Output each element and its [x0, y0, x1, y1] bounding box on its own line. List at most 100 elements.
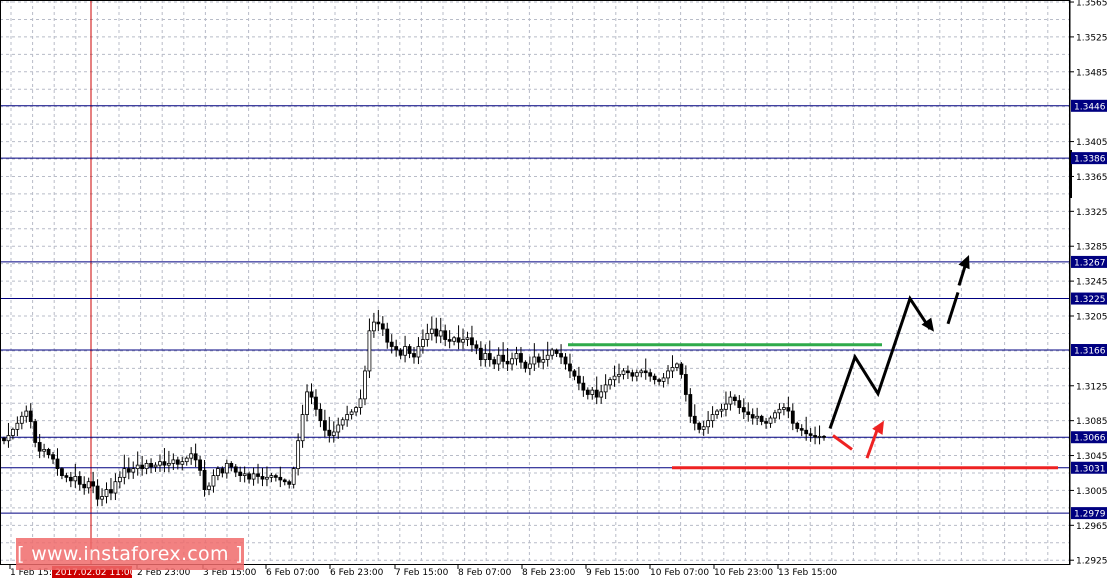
candle-body — [322, 420, 327, 431]
candle-body — [95, 485, 100, 500]
x-tick-label: 8 Feb 23:00 — [522, 568, 576, 578]
candle-body — [456, 337, 461, 343]
candle-body — [340, 419, 345, 426]
x-tick-label: 10 Feb 07:00 — [650, 568, 709, 578]
candle-body — [545, 354, 550, 361]
candle-body — [385, 328, 390, 343]
candle-body — [91, 481, 96, 487]
candle-body — [233, 466, 238, 473]
level-tag: 1.3267 — [1071, 255, 1107, 268]
candle-body — [175, 459, 180, 465]
x-tick-label: 9 Feb 15:00 — [586, 568, 640, 578]
candle-body — [68, 476, 73, 482]
candle-body — [706, 420, 711, 428]
candle-body — [278, 476, 283, 481]
candle-body — [550, 349, 555, 356]
candle-body — [643, 370, 648, 374]
candle-body — [461, 339, 465, 343]
candle-body — [407, 346, 412, 354]
candle-body — [358, 398, 363, 408]
candle-body — [608, 379, 612, 386]
candle-body — [77, 476, 82, 485]
candle-body — [496, 354, 501, 365]
candle-body — [443, 330, 448, 340]
candle-body — [541, 359, 546, 363]
candle-body — [554, 349, 559, 354]
candle-body — [715, 410, 719, 415]
candle-body — [291, 468, 296, 485]
candle-body — [764, 421, 768, 424]
candle-body — [216, 468, 220, 477]
candle-body — [519, 353, 523, 363]
candle-body — [603, 384, 608, 393]
candle-body — [251, 473, 256, 480]
candle-body — [37, 442, 42, 452]
level-tag: 1.3066 — [1071, 431, 1107, 444]
candle-body — [514, 353, 519, 360]
candle-body — [732, 396, 737, 401]
candle-body — [568, 363, 572, 372]
candle-body — [33, 421, 38, 443]
price-chart: 1.3565 1.3525 1.3485 1.3405 1.3365 1.3325 1.32… — [0, 0, 1108, 578]
candle-body — [122, 468, 127, 478]
candle-body — [666, 370, 670, 379]
candle-body — [46, 449, 51, 456]
candle-body — [193, 453, 198, 461]
candle-body — [135, 464, 140, 470]
candle-body — [773, 412, 777, 419]
candle-body — [224, 462, 229, 474]
candle-body — [238, 471, 243, 477]
candle-body — [2, 437, 6, 442]
candle-body — [790, 410, 795, 424]
candle-body — [363, 370, 367, 400]
candle-body — [585, 389, 590, 395]
candle-body — [207, 485, 211, 490]
candle-body — [371, 321, 376, 332]
candle-body — [452, 337, 457, 342]
candle-body — [804, 429, 809, 435]
candle-body — [269, 475, 274, 478]
candle-body — [626, 370, 630, 374]
candle-body — [247, 473, 252, 480]
candle-body — [741, 407, 746, 413]
y-tick-label: 1.3085 — [1076, 417, 1108, 427]
candle-body — [336, 424, 341, 433]
candle-body — [140, 464, 145, 470]
candle-body — [229, 462, 234, 468]
candle-body — [813, 435, 817, 438]
level-tag-label: 1.2979 — [1074, 510, 1106, 520]
candle-body — [487, 353, 492, 361]
candle-body — [60, 468, 64, 477]
candle-body — [434, 328, 439, 337]
candle-body — [242, 473, 247, 477]
candle-body — [376, 321, 381, 325]
candle-body — [113, 481, 118, 494]
candle-body — [675, 363, 679, 368]
candle-body — [309, 391, 314, 398]
candle-body — [581, 382, 586, 391]
candle-body — [166, 462, 171, 466]
candle-body — [438, 330, 443, 337]
level-tag-label: 1.3446 — [1074, 102, 1106, 112]
candle-body — [300, 414, 305, 442]
candle-body — [180, 461, 185, 465]
candle-body — [661, 377, 666, 382]
candle-body — [532, 356, 537, 365]
candle-body — [354, 407, 358, 413]
candle-body — [808, 433, 813, 436]
candle-body — [822, 435, 826, 438]
candle-body — [367, 330, 372, 372]
candle-body — [28, 410, 33, 422]
candle-body — [536, 356, 541, 363]
y-tick-label: 1.2965 — [1076, 522, 1108, 532]
candle-body — [305, 391, 309, 415]
candle-body — [817, 435, 822, 438]
level-tag-label: 1.3066 — [1074, 434, 1106, 444]
candle-body — [314, 396, 318, 410]
candle-body — [349, 411, 354, 415]
x-tick-label: 8 Feb 07:00 — [458, 568, 512, 578]
candle-body — [273, 475, 278, 478]
y-tick-label: 1.3525 — [1076, 33, 1108, 43]
candle-body — [403, 346, 407, 356]
candle-body — [104, 489, 109, 497]
